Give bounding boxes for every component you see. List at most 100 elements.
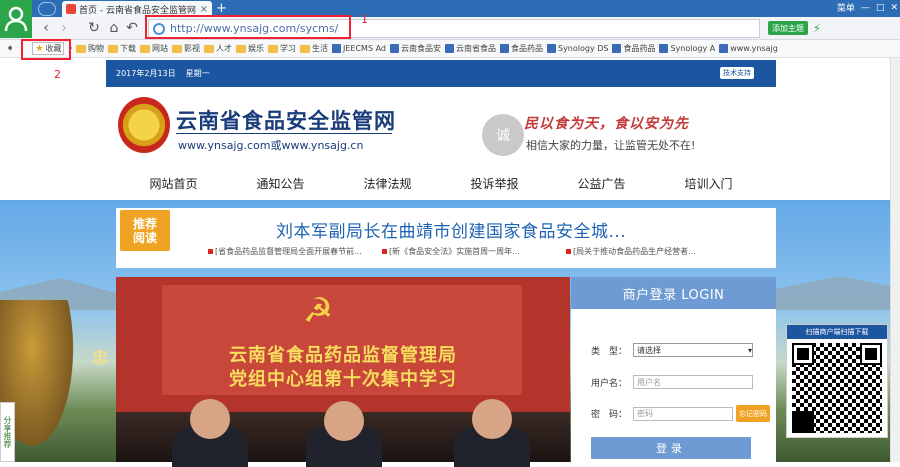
bookmark-link[interactable]: 云南食品安	[389, 43, 441, 54]
bookmark-link[interactable]: Synology A	[659, 44, 715, 53]
folder-icon	[235, 44, 246, 53]
nav-complaints[interactable]: 投诉举报	[470, 175, 518, 192]
bookmarks-bar: ➧ ★ 收藏 ▾ 购物 下载 网站 影视 人才 娱乐 学习 生活 JEECMS …	[0, 40, 900, 58]
bookmark-label: 人才	[215, 44, 232, 53]
person-head	[324, 401, 364, 441]
user-avatar-icon[interactable]	[0, 0, 32, 38]
site-date: 2017年2月13日	[116, 69, 176, 78]
bookmark-folder[interactable]: 网站	[139, 43, 168, 54]
sub-news-item[interactable]: [省食品药品监督管理局全面开展春节前...	[208, 246, 362, 257]
username-input[interactable]: 用户名	[633, 375, 753, 389]
qr-title: 扫描商户端扫描下载	[787, 325, 887, 339]
bullet-icon	[382, 249, 387, 254]
annotation-label-2: 2	[54, 68, 61, 81]
bookmark-label: 娱乐	[247, 44, 264, 53]
menu-button[interactable]: 菜单	[837, 1, 855, 14]
sub-news-text: [新《食品安全法》实施首周一周年...	[389, 247, 520, 256]
bookmark-folder[interactable]: 人才	[203, 43, 232, 54]
nav-laws[interactable]: 法律法规	[363, 175, 411, 192]
undo-icon[interactable]: ↶	[124, 20, 140, 36]
folder-icon	[171, 44, 182, 53]
speed-icon[interactable]: ⚡	[813, 22, 821, 35]
sub-news-item[interactable]: [新《食品安全法》实施首周一周年...	[382, 246, 520, 257]
type-select[interactable]: 请选择 ▾	[633, 343, 753, 357]
title-divider	[176, 133, 392, 134]
page-scrollbar[interactable]	[890, 58, 900, 462]
qr-code-icon[interactable]	[792, 343, 882, 433]
bookmark-label: 生活	[311, 44, 328, 53]
sub-news-item[interactable]: [局关于推动食品药品生产经营者...	[566, 246, 696, 257]
bookmark-label: JEECMS Ad	[342, 44, 386, 53]
bookmark-link[interactable]: 云南省食品	[444, 43, 496, 54]
photo-caption-line2: 党组中心组第十次集中学习	[229, 369, 457, 390]
annotation-box-address	[145, 15, 351, 39]
login-type-row: 类 型： 请选择 ▾	[591, 343, 753, 357]
forward-icon[interactable]: ›	[56, 20, 72, 36]
maximize-button[interactable]: □	[876, 3, 885, 13]
site-header: 云南省食品安全监管网 www.ynsajg.com或www.ynsajg.cn …	[106, 87, 776, 167]
nav-notices[interactable]: 通知公告	[256, 175, 304, 192]
bullet-icon	[566, 249, 571, 254]
site-favicon-icon	[659, 44, 669, 53]
tab-close-icon[interactable]: ×	[200, 4, 208, 15]
bookmark-folder[interactable]: 影视	[171, 43, 200, 54]
home-icon[interactable]: ⌂	[106, 20, 122, 36]
tech-support-button[interactable]: 技术支持	[720, 67, 754, 79]
bookmark-folder[interactable]: 购物	[75, 43, 104, 54]
bookmark-link[interactable]: JEECMS Ad	[331, 44, 386, 53]
minimize-button[interactable]: —	[861, 3, 870, 13]
username-label: 用户名：	[591, 378, 628, 389]
folder-icon	[139, 44, 150, 53]
site-favicon-icon	[612, 44, 622, 53]
forgot-password-button[interactable]: 忘记密码	[736, 405, 770, 422]
bookmark-label: Synology DS	[557, 44, 609, 53]
folder-icon	[267, 44, 278, 53]
site-main-nav: 网站首页 通知公告 法律法规 投诉举报 公益广告 培训入门	[106, 167, 776, 200]
share-float-button[interactable]: 分享推荐	[0, 402, 15, 462]
bookmark-folder[interactable]: 学习	[267, 43, 296, 54]
new-tab-button[interactable]: +	[216, 1, 227, 16]
national-emblem-icon	[118, 97, 170, 153]
annotation-label-1: 1	[361, 13, 368, 26]
bookmark-label: 食品药品	[510, 44, 543, 53]
tab-title: 首页 - 云南省食品安全监管网 -	[79, 5, 197, 16]
bookmark-link[interactable]: www.ynsajg	[719, 44, 778, 53]
bookmark-label: 食品药品	[623, 44, 656, 53]
bookmark-folder[interactable]: 娱乐	[235, 43, 264, 54]
back-icon[interactable]: ‹	[38, 20, 54, 36]
headline-link[interactable]: 刘本军副局长在曲靖市创建国家食品安全城...	[276, 217, 626, 242]
annotation-box-collect	[21, 39, 71, 60]
reload-icon[interactable]: ↻	[86, 20, 102, 36]
close-button[interactable]: ✕	[890, 3, 898, 13]
nav-ads[interactable]: 公益广告	[577, 175, 625, 192]
chevron-down-icon: ▾	[747, 345, 752, 355]
sidebar-toggle-icon[interactable]: ➧	[6, 43, 14, 54]
slideshow-photo[interactable]: ☭ 云南省食品药品监督管理局 党组中心组第十次集中学习	[116, 277, 570, 467]
bookmark-folder[interactable]: 下载	[107, 43, 136, 54]
folder-icon	[203, 44, 214, 53]
recommended-badge: 推荐 阅读	[120, 210, 170, 251]
type-label: 类 型：	[591, 346, 628, 357]
login-title: 商户登录 LOGIN	[571, 277, 776, 309]
integrity-seal-icon: 诚	[482, 114, 524, 156]
nav-training[interactable]: 培训入门	[684, 175, 732, 192]
party-emblem-icon: ☭	[302, 291, 334, 331]
bookmark-link[interactable]: 食品药品	[612, 43, 655, 54]
bookmark-link[interactable]: Synology DS	[546, 44, 609, 53]
photo-caption-line1: 云南省食品药品监督管理局	[229, 345, 457, 366]
window-controls: 菜单 — □ ✕	[837, 1, 898, 15]
add-theme-button[interactable]: 添加主题	[768, 21, 808, 35]
password-input[interactable]: 密码	[633, 406, 733, 421]
bullet-icon	[208, 249, 213, 254]
tab-history-icon[interactable]	[38, 2, 56, 16]
bookmark-link[interactable]: 食品药品	[499, 43, 543, 54]
bookmark-label: 下载	[119, 44, 136, 53]
login-button[interactable]: 登录	[591, 437, 751, 459]
site-top-bar: 2017年2月13日 星期一 技术支持	[106, 60, 776, 87]
nav-home[interactable]: 网站首页	[149, 175, 197, 192]
bookmark-folder[interactable]: 生活	[299, 43, 328, 54]
site-favicon-icon	[719, 44, 729, 53]
pavilion-sign: 忠	[92, 348, 109, 367]
folder-icon	[107, 44, 118, 53]
person-head	[190, 399, 230, 439]
